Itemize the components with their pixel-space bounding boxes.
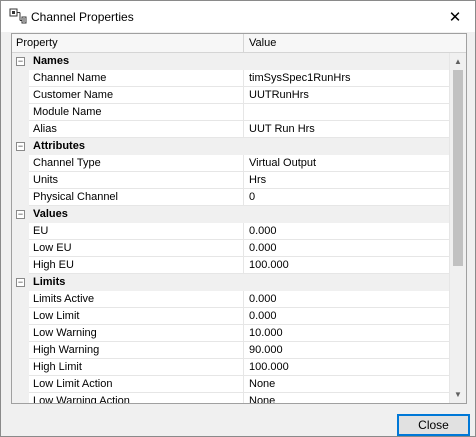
property-label: Low EU [29, 240, 244, 257]
scrollbar-thumb[interactable] [453, 70, 463, 266]
grid-header: Property Value [12, 34, 466, 53]
property-label: Low Warning Action [29, 393, 244, 403]
channel-properties-dialog: Channel Properties ✕ Property Value − Na… [0, 0, 476, 437]
property-row-high-eu[interactable]: High EU 100.000 [12, 257, 457, 274]
property-value[interactable]: 0.000 [244, 308, 457, 325]
property-value[interactable]: 0.000 [244, 291, 457, 308]
property-row-channel-type[interactable]: Channel Type Virtual Output [12, 155, 457, 172]
collapse-icon[interactable]: − [16, 210, 25, 219]
property-row-low-limit[interactable]: Low Limit 0.000 [12, 308, 457, 325]
property-row-alias[interactable]: Alias UUT Run Hrs [12, 121, 457, 138]
property-value[interactable] [244, 104, 457, 121]
property-row-physical-channel[interactable]: Physical Channel 0 [12, 189, 457, 206]
scroll-down-icon[interactable]: ▼ [450, 386, 466, 403]
category-row-limits[interactable]: − Limits [12, 274, 457, 291]
channel-properties-icon [9, 8, 27, 24]
column-header-value[interactable]: Value [244, 34, 466, 52]
property-row-low-warning[interactable]: Low Warning 10.000 [12, 325, 457, 342]
property-row-units[interactable]: Units Hrs [12, 172, 457, 189]
property-value[interactable]: Virtual Output [244, 155, 457, 172]
property-value[interactable]: UUTRunHrs [244, 87, 457, 104]
property-label: Low Limit Action [29, 376, 244, 393]
property-row-limits-active[interactable]: Limits Active 0.000 [12, 291, 457, 308]
property-value[interactable]: timSysSpec1RunHrs [244, 70, 457, 87]
property-value[interactable]: 0.000 [244, 240, 457, 257]
property-value[interactable]: UUT Run Hrs [244, 121, 457, 138]
close-icon: ✕ [448, 8, 462, 26]
category-label: Values [33, 208, 68, 220]
property-row-low-warning-action[interactable]: Low Warning Action None [12, 393, 457, 403]
property-value[interactable]: 100.000 [244, 359, 457, 376]
property-label: Channel Type [29, 155, 244, 172]
property-grid: Property Value − Names Channel Name timS… [11, 33, 467, 404]
property-row-customer-name[interactable]: Customer Name UUTRunHrs [12, 87, 457, 104]
property-label: Limits Active [29, 291, 244, 308]
property-row-high-warning[interactable]: High Warning 90.000 [12, 342, 457, 359]
property-label: High EU [29, 257, 244, 274]
property-row-low-limit-action[interactable]: Low Limit Action None [12, 376, 457, 393]
property-value[interactable]: Hrs [244, 172, 457, 189]
property-label: Low Warning [29, 325, 244, 342]
property-row-eu[interactable]: EU 0.000 [12, 223, 457, 240]
property-row-low-eu[interactable]: Low EU 0.000 [12, 240, 457, 257]
vertical-scrollbar[interactable]: ▲ ▼ [449, 53, 466, 403]
close-window-button[interactable]: ✕ [435, 1, 475, 32]
collapse-icon[interactable]: − [16, 142, 25, 151]
property-label: High Limit [29, 359, 244, 376]
property-label: Customer Name [29, 87, 244, 104]
property-value[interactable]: None [244, 393, 457, 403]
property-row-channel-name[interactable]: Channel Name timSysSpec1RunHrs [12, 70, 457, 87]
property-label: Module Name [29, 104, 244, 121]
category-label: Attributes [33, 140, 85, 152]
category-row-names[interactable]: − Names [12, 53, 457, 70]
property-value[interactable]: None [244, 376, 457, 393]
property-label: Units [29, 172, 244, 189]
scroll-up-icon[interactable]: ▲ [450, 53, 466, 70]
property-value[interactable]: 90.000 [244, 342, 457, 359]
category-label: Names [33, 55, 70, 67]
category-row-values[interactable]: − Values [12, 206, 457, 223]
property-row-module-name[interactable]: Module Name [12, 104, 457, 121]
property-value[interactable]: 10.000 [244, 325, 457, 342]
title-bar: Channel Properties ✕ [1, 1, 475, 32]
property-label: Channel Name [29, 70, 244, 87]
property-rows: − Names Channel Name timSysSpec1RunHrs C… [12, 53, 457, 403]
category-label: Limits [33, 276, 66, 288]
collapse-icon[interactable]: − [16, 278, 25, 287]
property-label: High Warning [29, 342, 244, 359]
property-label: Physical Channel [29, 189, 244, 206]
property-row-high-limit[interactable]: High Limit 100.000 [12, 359, 457, 376]
close-button[interactable]: Close [397, 414, 470, 436]
column-header-property[interactable]: Property [12, 34, 244, 52]
property-value[interactable]: 0 [244, 189, 457, 206]
window-title: Channel Properties [31, 10, 134, 24]
property-value[interactable]: 100.000 [244, 257, 457, 274]
collapse-icon[interactable]: − [16, 57, 25, 66]
property-label: Low Limit [29, 308, 244, 325]
property-label: Alias [29, 121, 244, 138]
property-value[interactable]: 0.000 [244, 223, 457, 240]
category-row-attributes[interactable]: − Attributes [12, 138, 457, 155]
property-label: EU [29, 223, 244, 240]
